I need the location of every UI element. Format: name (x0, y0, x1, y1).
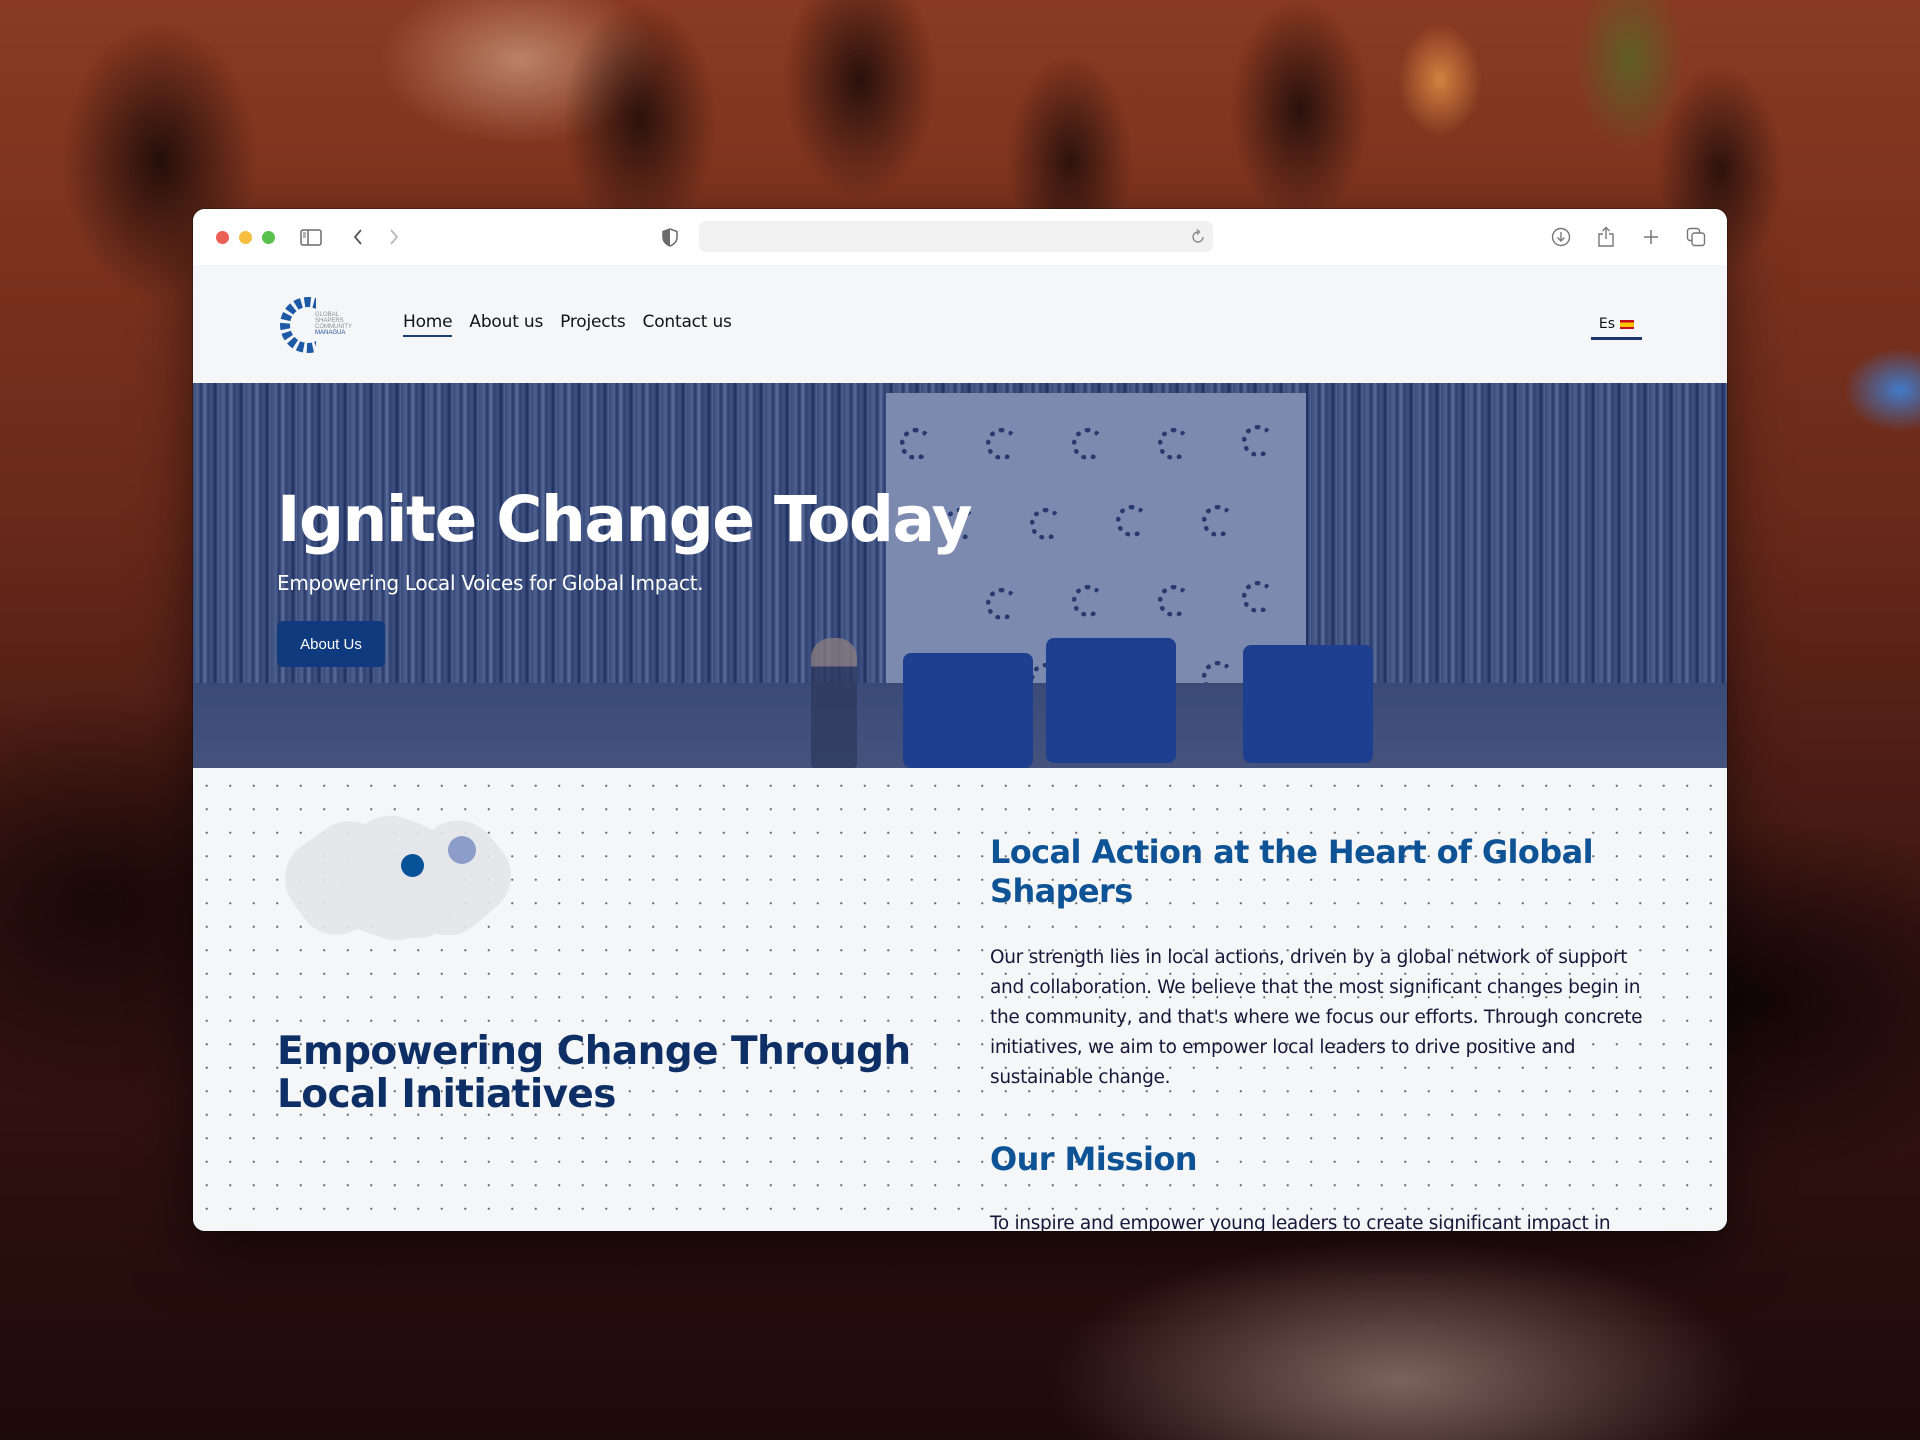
logo-ring-icon: GLOBAL SHAPERS COMMUNITY MANAGUA (280, 295, 352, 355)
browser-toolbar (193, 209, 1727, 265)
zoom-window-button[interactable] (262, 230, 275, 244)
plus-icon[interactable] (1639, 225, 1663, 249)
logo-text-line: MANAGUA (315, 330, 345, 336)
about-us-button[interactable]: About Us (277, 621, 385, 667)
hero-banner: Ignite Change Today Empowering Local Voi… (193, 383, 1727, 768)
window-controls (216, 230, 275, 244)
hero-subtitle: Empowering Local Voices for Global Impac… (277, 571, 704, 595)
spain-flag-icon (1620, 319, 1635, 329)
site-header: GLOBAL SHAPERS COMMUNITY MANAGUA Home Ab… (193, 265, 1727, 383)
local-action-body: Our strength lies in local actions, driv… (990, 947, 1643, 1088)
mission-body: To inspire and empower young leaders to … (990, 1213, 1611, 1231)
reload-icon[interactable] (1189, 228, 1207, 246)
decorative-dot (448, 836, 476, 864)
nav-contact-us[interactable]: Contact us (643, 312, 732, 337)
share-icon[interactable] (1594, 225, 1618, 249)
nav-about-us[interactable]: About us (469, 312, 543, 337)
main-nav: Home About us Projects Contact us (403, 312, 732, 337)
download-icon[interactable] (1549, 225, 1573, 249)
address-bar[interactable] (699, 221, 1213, 252)
language-switcher[interactable]: Es (1591, 316, 1642, 340)
tab-overview-icon[interactable] (1684, 225, 1708, 249)
hero-title: Ignite Change Today (277, 483, 973, 556)
local-action-heading: Local Action at the Heart of Global Shap… (990, 833, 1594, 910)
intro-section: Empowering Change Through Local Initiati… (193, 768, 1727, 1231)
language-label: Es (1598, 316, 1616, 332)
global-shapers-logo[interactable]: GLOBAL SHAPERS COMMUNITY MANAGUA (277, 292, 353, 358)
nav-home[interactable]: Home (403, 312, 453, 337)
shield-icon[interactable] (658, 225, 682, 249)
section-heading: Empowering Change Through Local Initiati… (277, 1029, 911, 1117)
chevron-right-icon[interactable] (382, 225, 406, 249)
decorative-blob (269, 804, 528, 952)
nav-projects[interactable]: Projects (560, 312, 626, 337)
sidebar-icon[interactable] (299, 225, 323, 249)
chevron-left-icon[interactable] (346, 225, 370, 249)
close-window-button[interactable] (216, 230, 229, 244)
mission-heading: Our Mission (990, 1140, 1198, 1178)
minimize-window-button[interactable] (239, 230, 252, 244)
decorative-dot (401, 854, 424, 877)
browser-window: GLOBAL SHAPERS COMMUNITY MANAGUA Home Ab… (193, 209, 1727, 1231)
